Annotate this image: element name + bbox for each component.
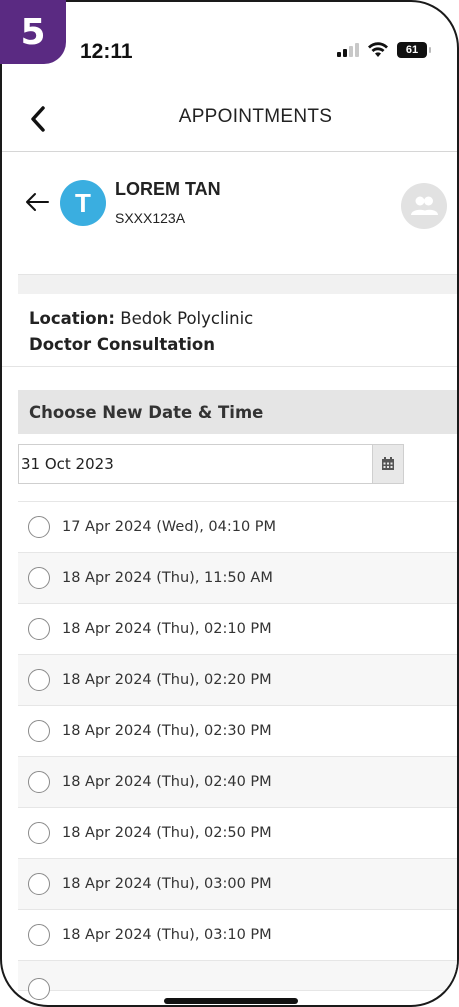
service-line: Doctor Consultation	[29, 332, 457, 358]
avatar: T	[60, 180, 106, 226]
timeslot-label: 18 Apr 2024 (Thu), 02:10 PM	[62, 621, 272, 637]
step-number-badge: 5	[0, 0, 66, 64]
location-value: Bedok Polyclinic	[120, 309, 254, 328]
nav-bar: APPOINTMENTS	[2, 86, 457, 152]
home-indicator[interactable]	[164, 998, 298, 1004]
status-bar: 12:11 61	[2, 2, 457, 80]
arrow-left-icon	[26, 193, 49, 211]
timeslot-option[interactable]: 18 Apr 2024 (Thu), 02:50 PM	[18, 808, 457, 859]
appointment-info: Location: Bedok Polyclinic Doctor Consul…	[2, 295, 457, 367]
timeslot-label: 17 Apr 2024 (Wed), 04:10 PM	[62, 519, 277, 535]
timeslot-label: 18 Apr 2024 (Thu), 02:40 PM	[62, 774, 272, 790]
radio-button[interactable]	[28, 771, 50, 793]
wifi-icon	[368, 42, 388, 57]
timeslot-label: 18 Apr 2024 (Thu), 02:20 PM	[62, 672, 272, 688]
timeslot-option[interactable]: 18 Apr 2024 (Thu), 02:10 PM	[18, 604, 457, 655]
radio-button[interactable]	[28, 618, 50, 640]
radio-button[interactable]	[28, 822, 50, 844]
timeslot-label: 18 Apr 2024 (Thu), 02:30 PM	[62, 723, 272, 739]
patient-id: SXXX123A	[115, 210, 186, 226]
timeslot-label: 18 Apr 2024 (Thu), 02:50 PM	[62, 825, 272, 841]
status-icons: 61	[337, 42, 431, 58]
date-row: 31 Oct 2023	[18, 434, 457, 502]
cellular-signal-icon	[337, 43, 359, 57]
timeslot-option[interactable]: 18 Apr 2024 (Thu), 02:40 PM	[18, 757, 457, 808]
battery-icon: 61	[397, 42, 431, 58]
timeslot-option[interactable]: 17 Apr 2024 (Wed), 04:10 PM	[18, 502, 457, 553]
timeslot-label: 18 Apr 2024 (Thu), 03:00 PM	[62, 876, 272, 892]
timeslot-list: 17 Apr 2024 (Wed), 04:10 PM 18 Apr 2024 …	[18, 502, 457, 1000]
page-title: APPOINTMENTS	[178, 106, 333, 127]
timeslot-option[interactable]: 18 Apr 2024 (Thu), 11:50 AM	[18, 553, 457, 604]
radio-button[interactable]	[28, 567, 50, 589]
calendar-icon	[382, 457, 394, 470]
timeslot-label: 18 Apr 2024 (Thu), 03:10 PM	[62, 927, 272, 943]
timeslot-label: 18 Apr 2024 (Thu), 11:50 AM	[62, 570, 273, 586]
radio-button[interactable]	[28, 873, 50, 895]
radio-button[interactable]	[28, 720, 50, 742]
section-header: Choose New Date & Time	[18, 390, 457, 434]
timeslot-option-partial[interactable]	[18, 961, 457, 1000]
location-label: Location:	[29, 309, 115, 328]
radio-button[interactable]	[28, 924, 50, 946]
timeslot-option[interactable]: 18 Apr 2024 (Thu), 03:00 PM	[18, 859, 457, 910]
timeslot-option[interactable]: 18 Apr 2024 (Thu), 02:30 PM	[18, 706, 457, 757]
radio-button[interactable]	[28, 669, 50, 691]
users-icon	[411, 196, 438, 215]
calendar-button[interactable]	[372, 444, 404, 484]
date-input[interactable]: 31 Oct 2023	[18, 444, 372, 484]
timeslot-option[interactable]: 18 Apr 2024 (Thu), 02:20 PM	[18, 655, 457, 706]
location-line: Location: Bedok Polyclinic	[29, 306, 457, 332]
arrow-back-button[interactable]	[24, 191, 50, 213]
patient-name: LOREM TAN	[115, 179, 221, 199]
family-members-button[interactable]	[401, 183, 447, 229]
status-time: 12:11	[80, 40, 133, 63]
spacer	[18, 368, 457, 390]
timeslot-option[interactable]: 18 Apr 2024 (Thu), 03:10 PM	[18, 910, 457, 961]
radio-button[interactable]	[28, 977, 50, 1000]
service-name: Doctor Consultation	[29, 335, 215, 354]
section-divider	[18, 274, 457, 294]
radio-button[interactable]	[28, 516, 50, 538]
phone-frame: 12:11 61 APPOINTMENTS T LOREM TAN SXXX12…	[0, 0, 459, 1007]
patient-header: T LOREM TAN SXXX123A	[2, 153, 457, 273]
